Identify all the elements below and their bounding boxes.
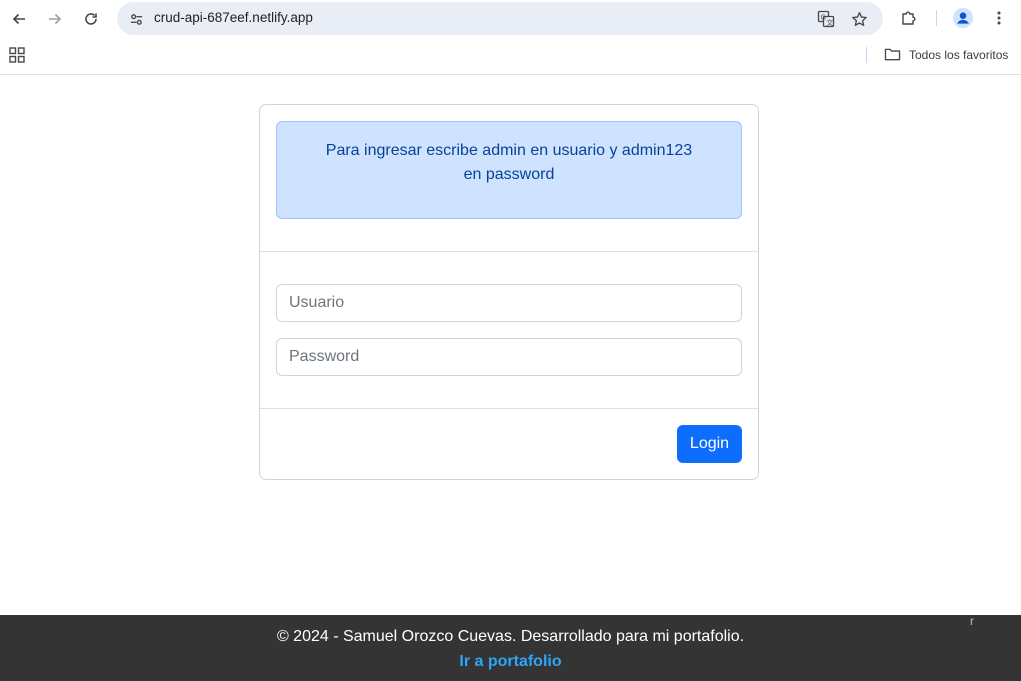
back-button[interactable] [6,6,32,32]
svg-text:G: G [821,14,826,22]
folder-icon [884,48,901,61]
star-icon [851,11,867,26]
svg-text:文: 文 [826,18,833,27]
toolbar-divider [936,10,937,26]
login-button[interactable]: Login [677,425,742,463]
avatar-icon [952,7,974,29]
card-body [260,253,758,409]
translate-icon: G 文 [817,10,835,28]
portfolio-link[interactable]: Ir a portafolio [0,653,1021,671]
bookmarks-divider [866,47,867,63]
extensions-button[interactable] [897,6,921,30]
reload-icon [85,13,97,25]
site-info-button[interactable] [124,7,148,31]
address-bar[interactable]: crud-api-687eef.netlify.app G 文 [117,2,883,35]
stray-text: r [970,614,974,628]
forward-button[interactable] [42,6,68,32]
info-alert: Para ingresar escribe admin en usuario y… [276,121,742,219]
arrow-right-icon [49,13,62,25]
more-vert-icon [997,11,1001,25]
browser-toolbar: crud-api-687eef.netlify.app G 文 [0,0,1021,37]
menu-button[interactable] [987,6,1011,30]
arrow-left-icon [12,13,25,25]
tune-icon [130,13,142,25]
password-input[interactable] [276,338,742,376]
all-bookmarks-folder[interactable]: Todos los favoritos [884,47,1008,62]
url-text[interactable]: crud-api-687eef.netlify.app [154,10,313,25]
login-card: Para ingresar escribe admin en usuario y… [259,104,759,480]
profile-button[interactable] [951,6,975,30]
apps-grid-icon[interactable] [8,46,26,64]
footer: r © 2024 - Samuel Orozco Cuevas. Desarro… [0,614,1021,681]
translate-button[interactable]: G 文 [815,8,837,30]
card-header: Para ingresar escribe admin en usuario y… [260,105,758,252]
username-input[interactable] [276,284,742,322]
bookmarks-bar: Todos los favoritos [0,37,1021,75]
bookmarks-folder-label: Todos los favoritos [909,47,1009,62]
puzzle-icon [902,11,916,25]
bookmark-star-button[interactable] [848,8,870,30]
footer-copyright: © 2024 - Samuel Orozco Cuevas. Desarroll… [276,628,745,645]
reload-button[interactable] [78,6,104,32]
